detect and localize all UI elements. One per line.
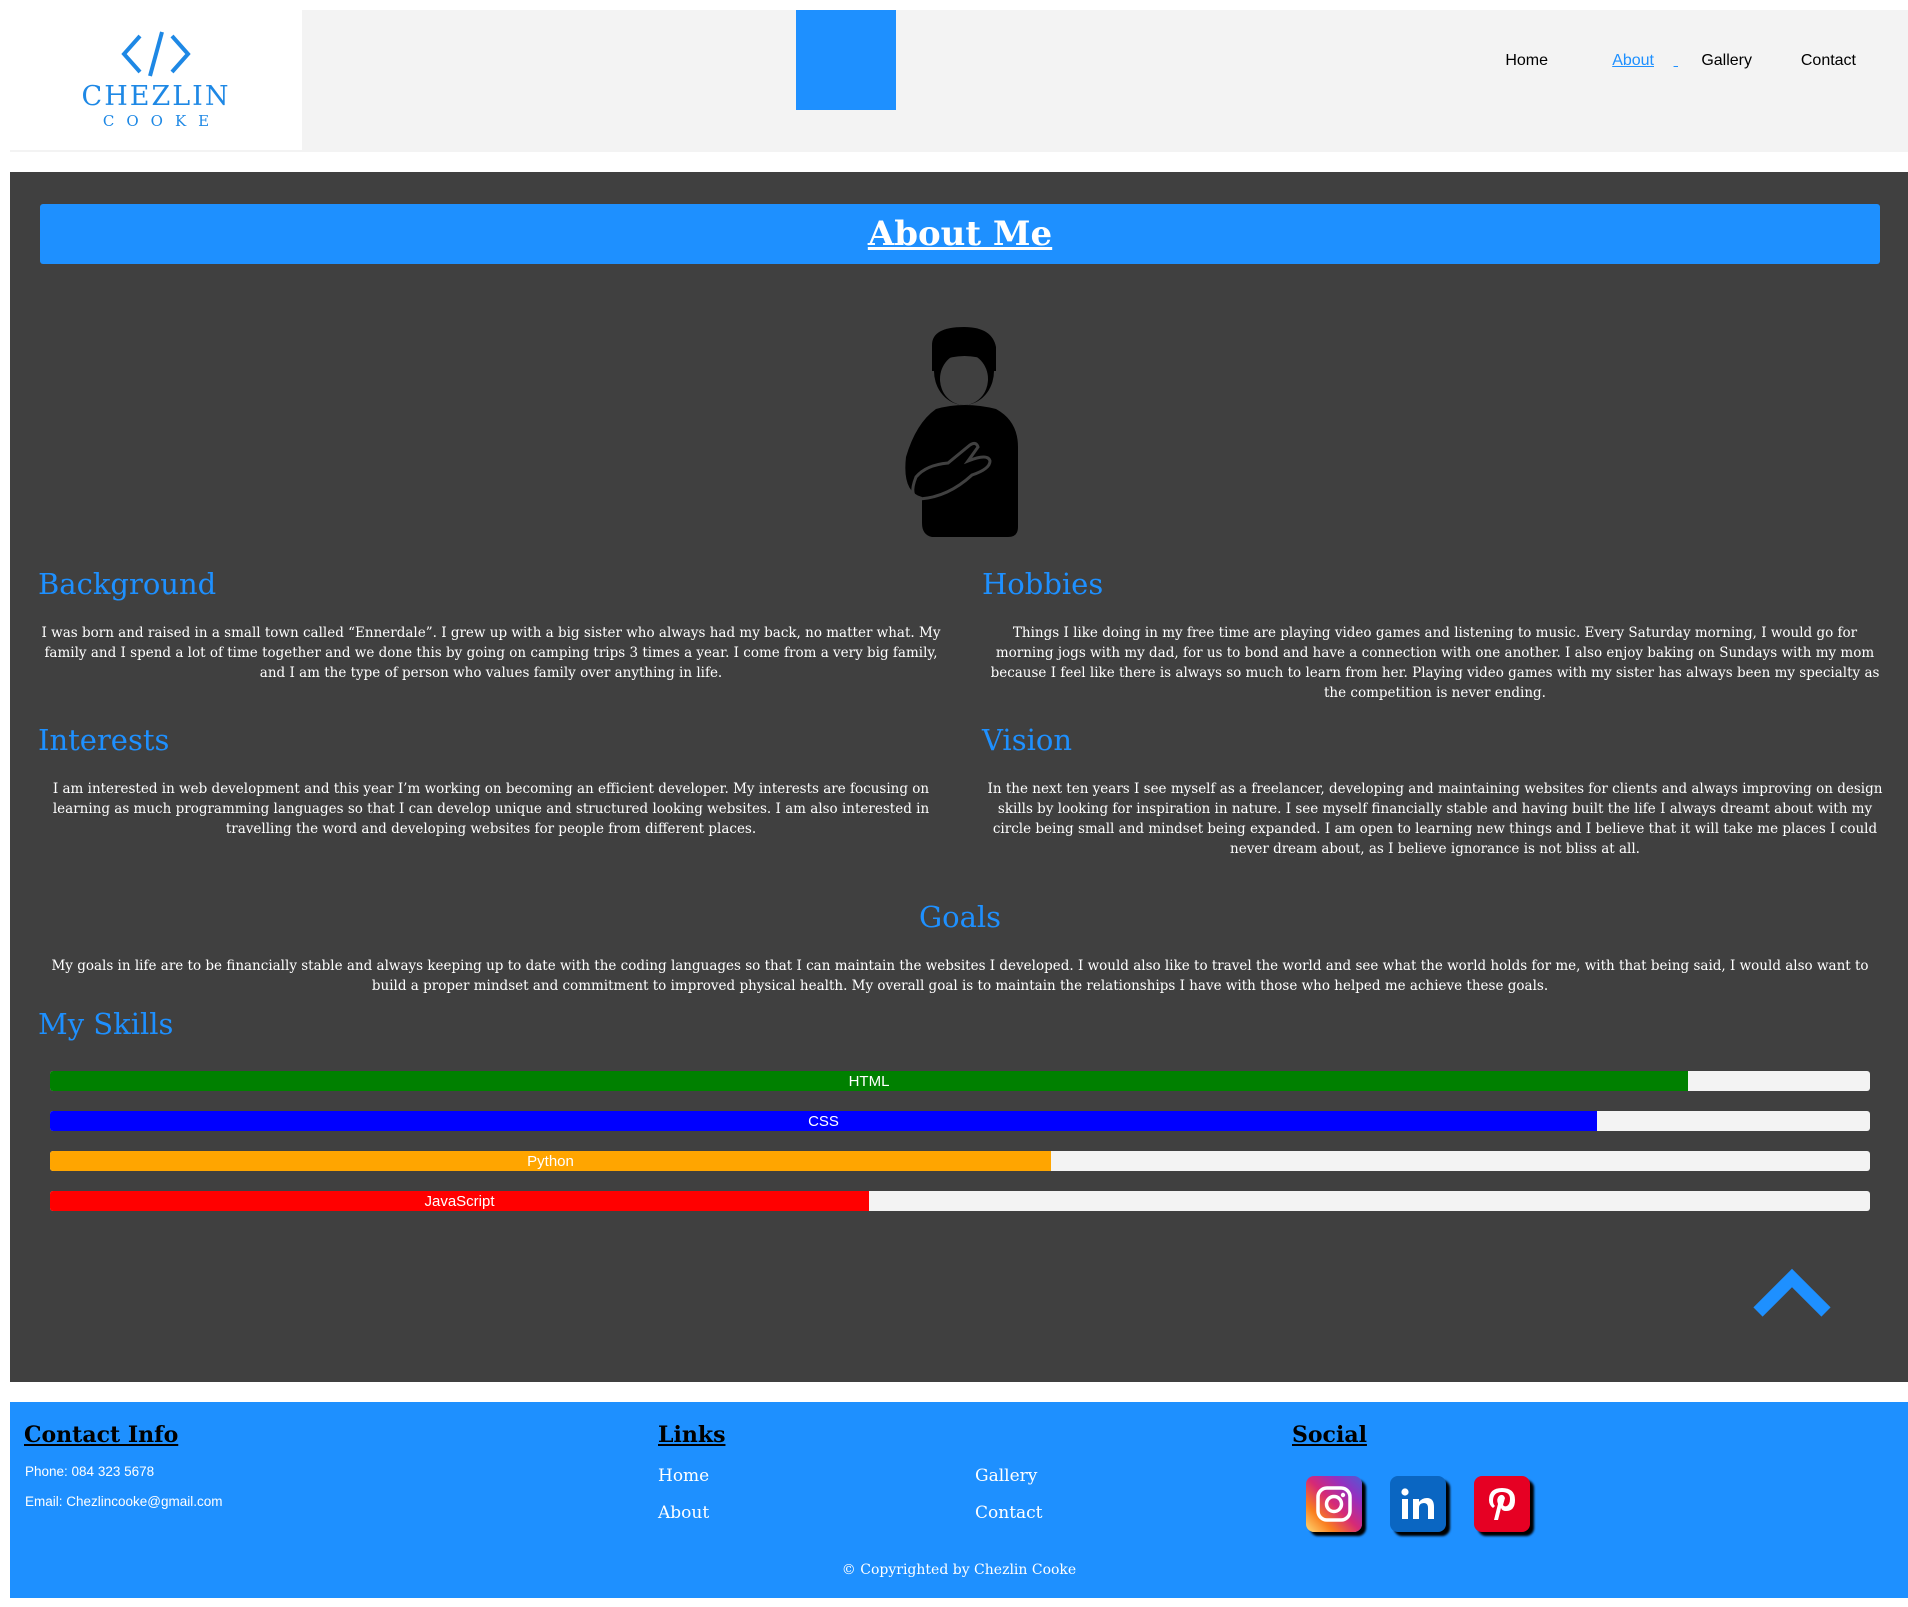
logo[interactable]: CHEZLIN COOKE — [10, 10, 302, 150]
about-panel: About Me Background I was born and raise… — [10, 172, 1908, 1382]
skill-label: JavaScript — [424, 1192, 495, 1210]
goals-title: Goals — [918, 900, 1002, 934]
background-section: Background I was born and raised in a sm… — [38, 567, 944, 683]
contact-info-title: Contact Info — [24, 1422, 179, 1448]
contact-email: Email: Chezlincooke@gmail.com — [25, 1494, 223, 1509]
goals-section: Goals My goals in life are to be financi… — [50, 900, 1870, 996]
skill-fill: JavaScript — [50, 1191, 869, 1211]
vision-section: Vision In the next ten years I see mysel… — [982, 723, 1888, 859]
title-banner: About Me — [40, 204, 1880, 264]
skill-fill: HTML — [50, 1071, 1688, 1091]
nav-underline-mark — [1674, 52, 1678, 70]
header-square — [796, 10, 896, 110]
nav-gallery[interactable]: Gallery — [1701, 52, 1752, 70]
back-to-top-icon[interactable] — [1752, 1268, 1832, 1320]
interests-section: Interests I am interested in web develop… — [38, 723, 944, 839]
skill-label: Python — [527, 1152, 574, 1170]
nav-about[interactable]: About — [1612, 52, 1654, 70]
skill-fill: CSS — [50, 1111, 1597, 1131]
hobbies-title: Hobbies — [982, 567, 1104, 601]
goals-text: My goals in life are to be financially s… — [51, 958, 1869, 994]
nav-contact[interactable]: Contact — [1801, 52, 1856, 70]
skill-bar-css: CSS — [50, 1111, 1870, 1131]
linkedin-icon[interactable] — [1390, 1476, 1446, 1532]
contact-phone: Phone: 084 323 5678 — [25, 1464, 155, 1479]
person-avatar-icon — [905, 327, 1018, 537]
skills-title: My Skills — [38, 1007, 174, 1041]
hobbies-section: Hobbies Things I like doing in my free t… — [982, 567, 1888, 703]
skill-bar-python: Python — [50, 1151, 1870, 1171]
skill-bar-html: HTML — [50, 1071, 1870, 1091]
interests-title: Interests — [38, 723, 170, 757]
brand-sub: COOKE — [102, 112, 222, 130]
code-icon — [121, 31, 191, 77]
links-title: Links — [658, 1422, 726, 1448]
skill-bar-javascript: JavaScript — [50, 1191, 1870, 1211]
hobbies-text: Things I like doing in my free time are … — [990, 625, 1880, 701]
copyright-text: © Copyrighted by Chezlin Cooke — [841, 1562, 1077, 1578]
footer-link-home[interactable]: Home — [658, 1466, 709, 1486]
vision-text: In the next ten years I see myself as a … — [987, 781, 1883, 857]
skill-label: CSS — [808, 1112, 839, 1130]
site-footer: Contact Info Phone: 084 323 5678 Email: … — [10, 1402, 1908, 1598]
footer-link-about[interactable]: About — [658, 1503, 709, 1523]
pinterest-icon[interactable] — [1474, 1476, 1530, 1532]
site-header: CHEZLIN COOKE Home About Gallery Contact — [10, 10, 1908, 152]
footer-link-contact[interactable]: Contact — [975, 1503, 1043, 1523]
interests-text: I am interested in web development and t… — [52, 781, 930, 837]
skill-fill: Python — [50, 1151, 1051, 1171]
vision-title: Vision — [982, 723, 1073, 757]
footer-link-gallery[interactable]: Gallery — [975, 1466, 1037, 1486]
background-text: I was born and raised in a small town ca… — [41, 625, 941, 681]
skill-label: HTML — [848, 1072, 890, 1090]
background-title: Background — [38, 567, 217, 601]
social-title: Social — [1292, 1422, 1367, 1448]
page-title: About Me — [867, 214, 1053, 254]
instagram-icon[interactable] — [1306, 1476, 1362, 1532]
nav-home[interactable]: Home — [1505, 52, 1548, 70]
brand-name: CHEZLIN — [81, 81, 231, 112]
